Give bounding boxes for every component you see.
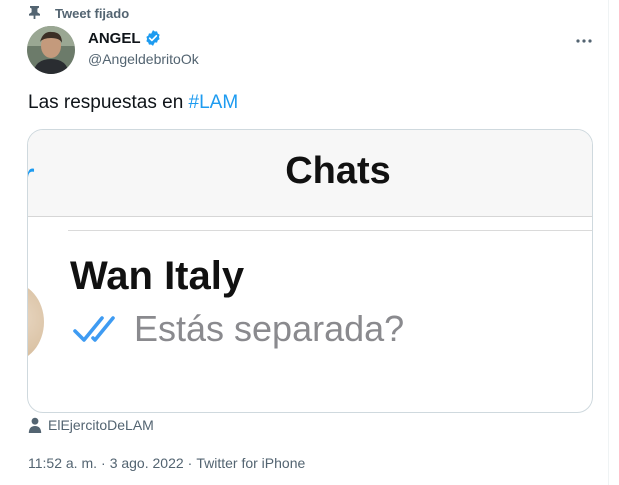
tweet-time[interactable]: 11:52 a. m.	[28, 455, 97, 471]
tweet-text-body: Las respuestas en	[28, 92, 189, 113]
tagged-user[interactable]: ElEjercitoDeLAM	[28, 417, 154, 433]
media-chat-header: r Chats	[28, 130, 592, 217]
hashtag-link[interactable]: #LAM	[189, 92, 239, 113]
tweet-container: Tweet fijado ANGEL @AngeldebritoOk Las r…	[0, 0, 609, 485]
author-handle[interactable]: @AngeldebritoOk	[88, 51, 199, 67]
pinned-indicator: Tweet fijado	[28, 4, 129, 22]
more-icon	[576, 30, 592, 48]
contact-avatar	[28, 282, 44, 362]
tagged-user-name[interactable]: ElEjercitoDeLAM	[48, 417, 154, 433]
person-icon	[28, 417, 42, 433]
tweet-source: Twitter for iPhone	[196, 455, 306, 471]
media-chats-title: Chats	[285, 150, 391, 192]
avatar[interactable]	[27, 26, 75, 74]
pinned-label: Tweet fijado	[55, 5, 130, 21]
meta-separator: ·	[187, 455, 193, 471]
media-last-message-text: Estás separada?	[134, 308, 405, 349]
tweet-meta: 11:52 a. m. · 3 ago. 2022 · Twitter for iPho…	[28, 455, 305, 471]
author-name[interactable]: ANGEL	[88, 30, 141, 47]
tweet-media-image[interactable]: r Chats Wan Italy Estás separada?	[27, 129, 593, 413]
verified-badge-icon	[144, 29, 162, 47]
media-contact-name: Wan Italy	[70, 254, 245, 298]
author-name-row[interactable]: ANGEL	[88, 29, 162, 47]
more-button[interactable]	[574, 29, 594, 49]
meta-separator: ·	[101, 455, 106, 471]
double-check-icon	[72, 314, 122, 344]
media-divider	[68, 230, 592, 231]
tweet-text: Las respuestas en #LAM	[28, 92, 238, 114]
pin-icon	[28, 5, 41, 22]
tweet-date[interactable]: 3 ago. 2022	[110, 455, 184, 471]
media-last-message: Estás separada?	[72, 308, 404, 350]
